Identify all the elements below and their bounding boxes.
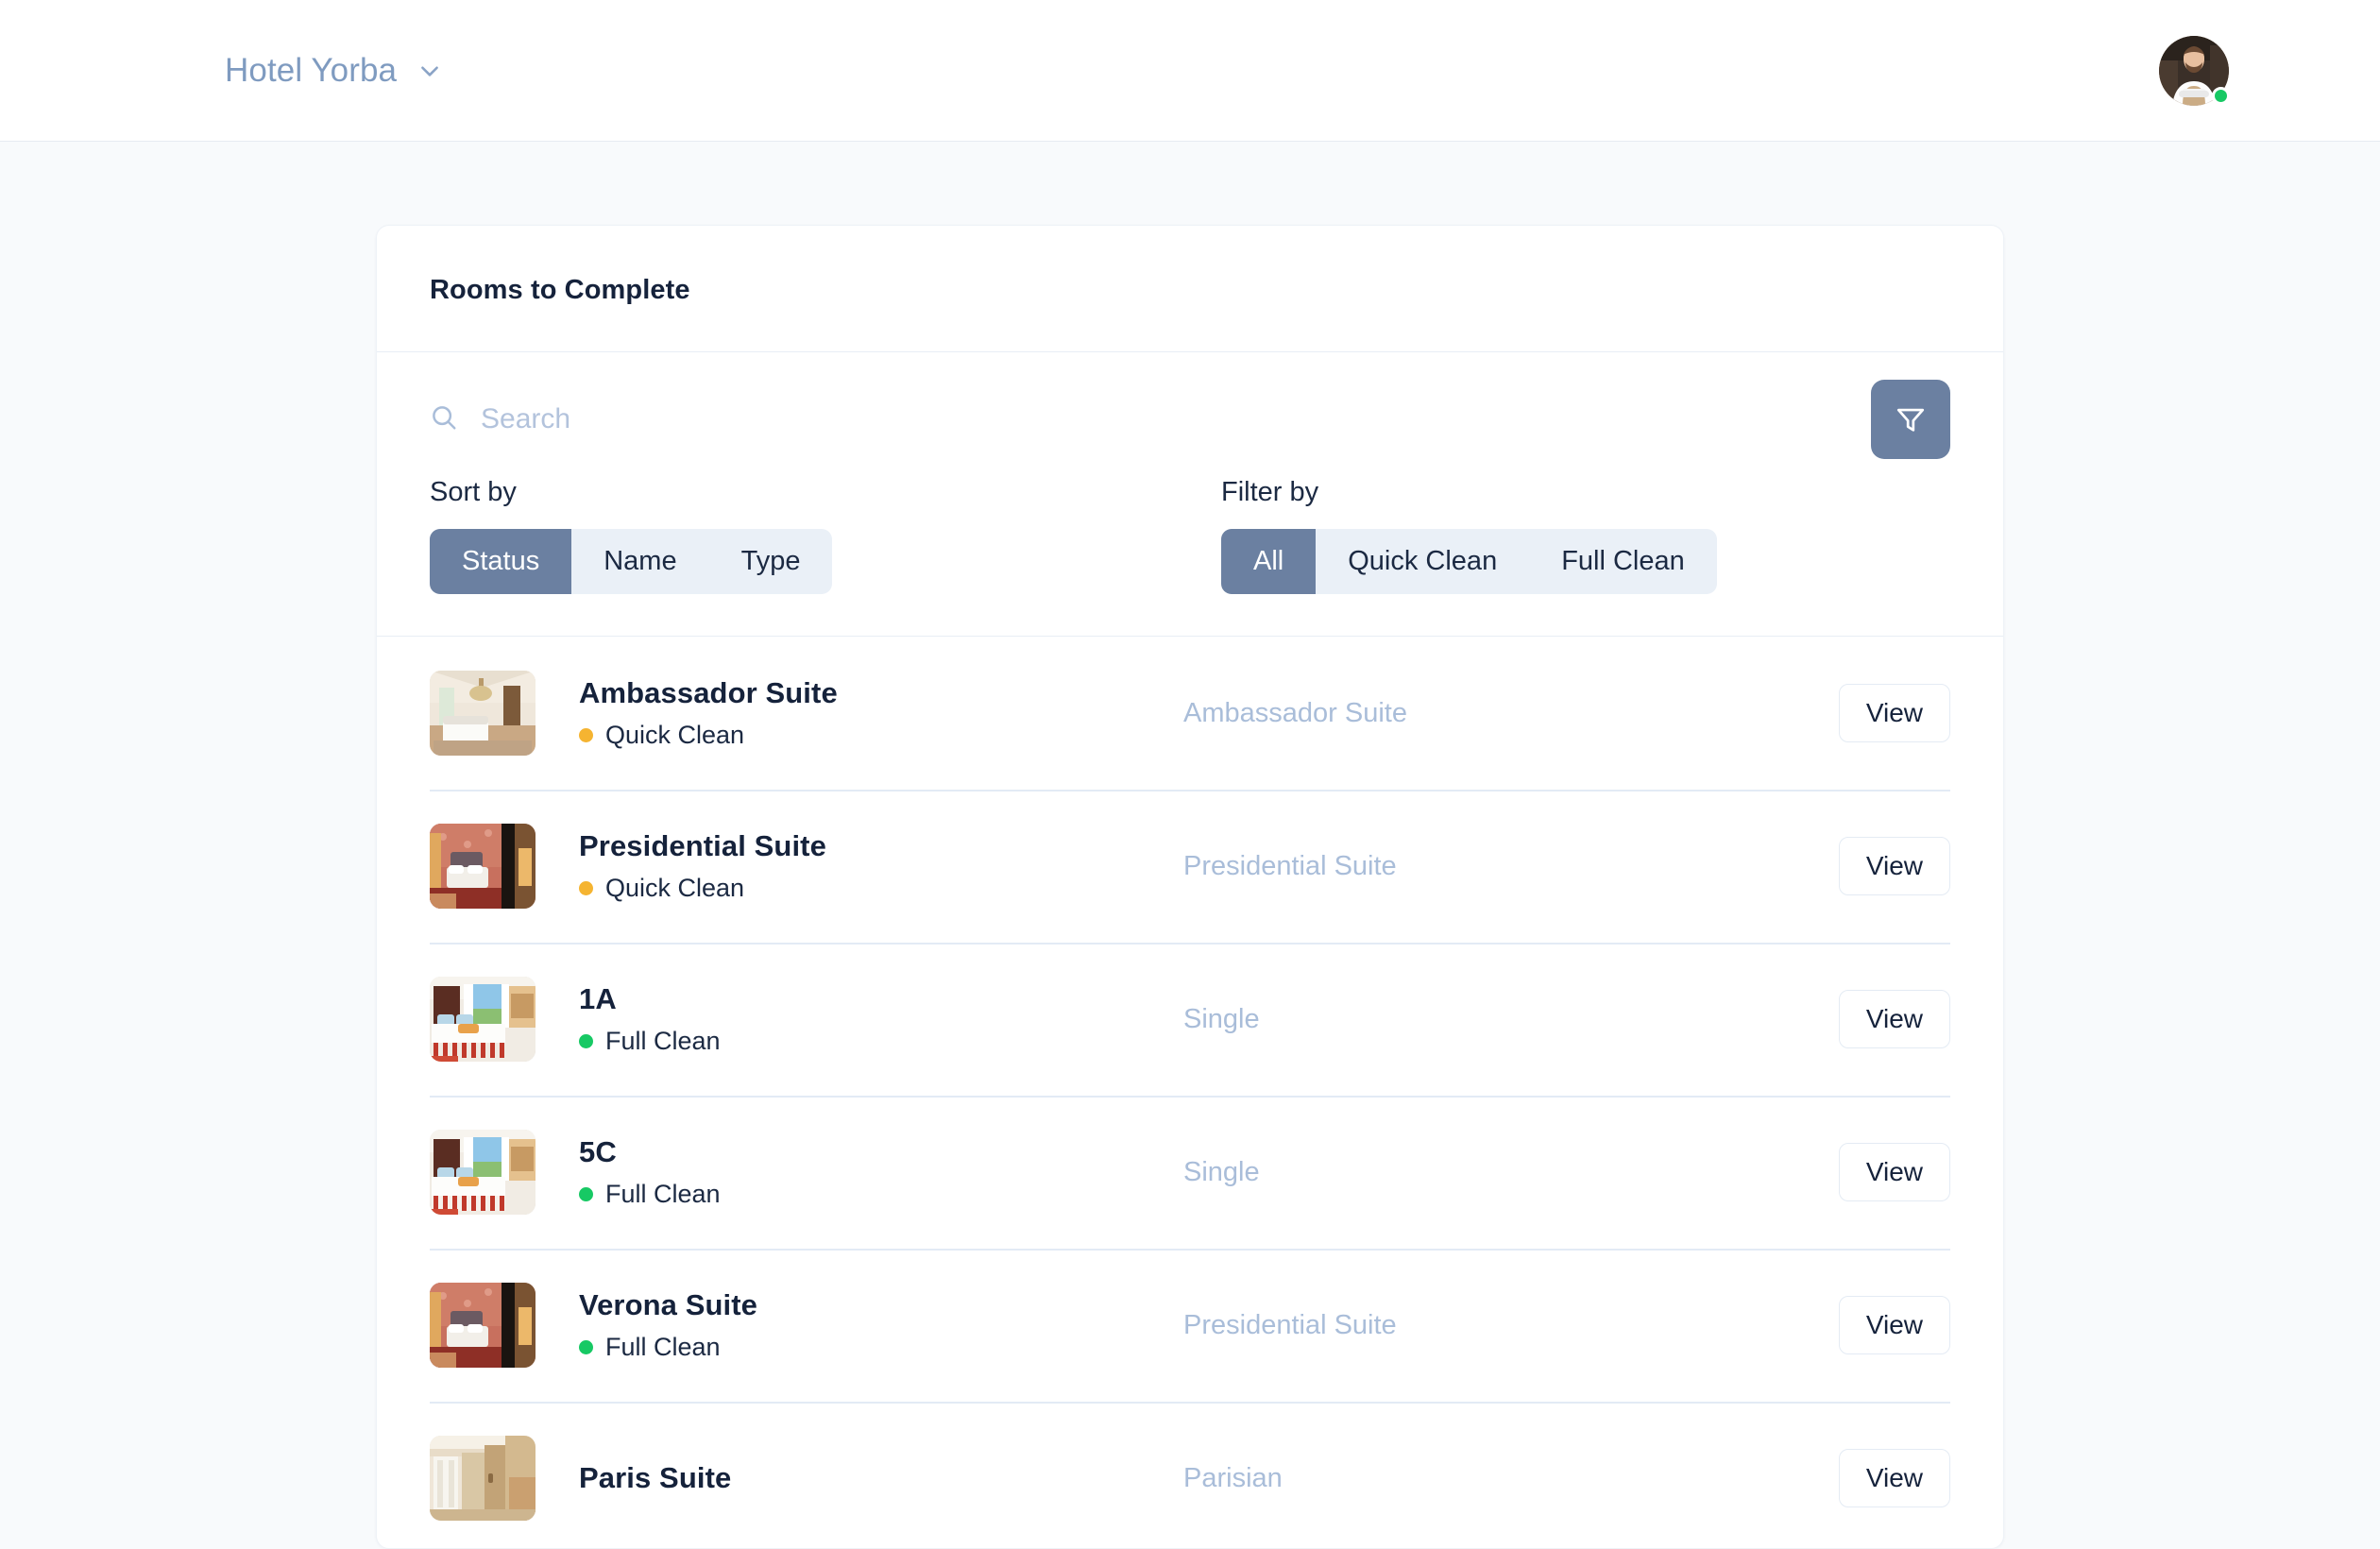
status-label: Quick Clean [605,874,745,902]
status-dot-full-clean [579,1340,593,1354]
search-input[interactable] [481,403,1047,435]
room-thumbnail [430,1436,536,1521]
room-info: 1A Full Clean [579,982,1183,1056]
room-name: Presidential Suite [579,829,826,862]
view-button[interactable]: View [1838,837,1950,895]
room-status: Quick Clean [579,874,1183,903]
toolbar: Sort by Status Name Type Filter by All Q… [377,352,2003,637]
room-status: Full Clean [579,1027,1183,1056]
filter-segmented-control: All Quick Clean Full Clean [1221,529,1717,594]
room-name: Verona Suite [579,1288,757,1321]
view-button[interactable]: View [1838,990,1950,1048]
table-row[interactable]: 5C Full Clean Single View [430,1096,1950,1249]
room-info: Ambassador Suite Quick Clean [579,676,1183,750]
room-info: Paris Suite [579,1461,1183,1495]
rooms-list: Ambassador Suite Quick Clean Ambassador … [377,637,2003,1548]
status-label: Full Clean [605,1333,721,1361]
table-row[interactable]: 1A Full Clean Single View [430,943,1950,1096]
filter-option-quick-clean[interactable]: Quick Clean [1316,529,1529,594]
room-info: Presidential Suite Quick Clean [579,829,1183,903]
room-thumbnail [430,977,536,1062]
room-thumbnail [430,824,536,909]
room-type: Presidential Suite [1183,850,1397,881]
status-label: Full Clean [605,1027,721,1055]
room-type: Single [1183,1156,1260,1187]
page-body: Rooms to Complete Search Sort by Status … [0,142,2380,1549]
table-row[interactable]: Ambassador Suite Quick Clean Ambassador … [430,637,1950,790]
room-thumbnail [430,671,536,756]
room-name: Ambassador Suite [579,676,838,709]
sort-segmented-control: Status Name Type [430,529,833,594]
view-button[interactable]: View [1838,684,1950,742]
room-thumbnail [430,1130,536,1215]
filter-group: Filter by All Quick Clean Full Clean [1221,477,1717,594]
hotel-name-label: Hotel Yorba [225,51,398,89]
sort-by-label: Sort by [430,477,517,507]
filter-button[interactable] [1871,380,1950,459]
filter-option-all[interactable]: All [1221,529,1317,594]
status-dot-full-clean [579,1034,593,1048]
room-status: Quick Clean [579,721,1183,750]
search-box[interactable] [430,403,1871,436]
view-button[interactable]: View [1838,1143,1950,1201]
avatar[interactable] [2159,35,2230,106]
funnel-icon [1895,403,1927,435]
room-type: Presidential Suite [1183,1309,1397,1340]
room-info: 5C Full Clean [579,1135,1183,1209]
search-icon [430,403,458,436]
status-label: Full Clean [605,1180,721,1208]
view-button[interactable]: View [1838,1296,1950,1354]
filter-by-label: Filter by [1221,477,1319,507]
status-label: Quick Clean [605,721,745,749]
sort-group: Sort by Status Name Type [430,477,1221,594]
table-row[interactable]: Presidential Suite Quick Clean President… [430,790,1950,943]
room-type: Single [1183,1003,1260,1034]
room-type: Ambassador Suite [1183,697,1407,728]
room-name: 1A [579,982,617,1015]
controls-row: Sort by Status Name Type Filter by All Q… [430,477,1950,594]
room-name: 5C [579,1135,617,1168]
room-status: Full Clean [579,1333,1183,1362]
table-row[interactable]: Verona Suite Full Clean Presidential Sui… [430,1249,1950,1402]
page-title: Rooms to Complete [430,275,690,305]
hotel-selector[interactable]: Hotel Yorba [225,52,442,90]
card-header: Rooms to Complete [377,226,2003,352]
room-type: Parisian [1183,1462,1283,1493]
view-button[interactable]: View [1838,1449,1950,1507]
room-name: Paris Suite [579,1461,732,1494]
room-status: Full Clean [579,1180,1183,1209]
sort-option-name[interactable]: Name [571,529,708,594]
online-status-dot [2212,86,2230,105]
sort-option-status[interactable]: Status [430,529,572,594]
top-navbar: Hotel Yorba [0,0,2380,142]
status-dot-quick-clean [579,728,593,742]
rooms-card: Rooms to Complete Search Sort by Status … [376,225,2004,1549]
search-row [430,379,1950,460]
table-row[interactable]: Paris Suite Parisian View [430,1402,1950,1548]
room-info: Verona Suite Full Clean [579,1288,1183,1362]
filter-option-full-clean[interactable]: Full Clean [1529,529,1717,594]
chevron-down-icon [417,59,442,83]
sort-option-type[interactable]: Type [709,529,833,594]
status-dot-quick-clean [579,881,593,895]
room-thumbnail [430,1283,536,1368]
status-dot-full-clean [579,1187,593,1201]
